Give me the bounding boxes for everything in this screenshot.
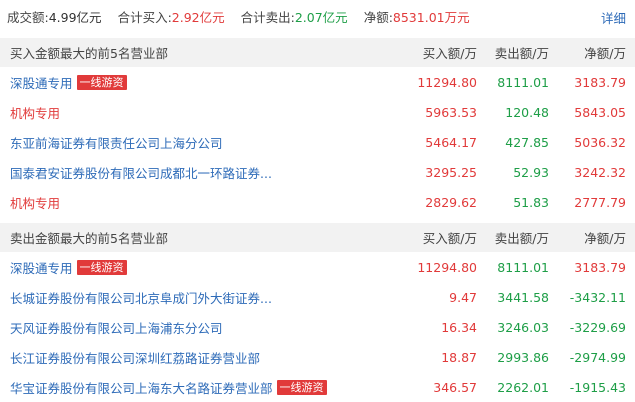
buy-amount: 11294.80 [417,259,477,275]
net-label: 净额: [363,9,393,25]
turnover-label: 成交额: [7,9,49,25]
detail-link[interactable]: 详细 [601,8,626,27]
hot-money-badge: 一线游资 [276,379,327,395]
branch-name-link[interactable]: 长城证券股份有限公司北京阜成门外大街证券... [10,288,272,307]
total-buy-label: 合计买入: [117,9,172,25]
sell-amount: 3246.03 [497,319,549,335]
sell-amount: 2262.01 [497,379,549,395]
col-sell-header: 卖出额/万 [494,231,549,246]
total-sell-value: 2.07亿元 [294,9,348,25]
sell-amount: 3441.58 [497,289,549,305]
sell-amount: 2993.86 [497,349,549,365]
table-row: 长江证券股份有限公司深圳红荔路证券营业部 18.87 2993.86 -2974… [0,342,635,372]
net-amount: -1915.43 [569,379,626,395]
col-buy-header: 买入额/万 [422,231,477,246]
total-sell-label: 合计卖出: [240,9,295,25]
table-header: 买入金额最大的前5名营业部 买入额/万 卖出额/万 净额/万 [0,38,635,67]
net-amount: -3432.11 [569,289,626,305]
buy-amount: 2829.62 [425,194,477,210]
sell-amount: 8111.01 [497,259,549,275]
buy-amount: 5464.17 [425,134,477,150]
hot-money-badge: 一线游资 [76,259,127,275]
branch-name-link[interactable]: 华宝证券股份有限公司上海东大名路证券营业部 [10,378,273,397]
net-amount: 3242.32 [574,164,626,180]
buy-amount: 11294.80 [417,74,477,90]
col-net-header: 净额/万 [584,231,626,246]
buy-amount: 3295.25 [425,164,477,180]
table-row: 长城证券股份有限公司北京阜成门外大街证券... 9.47 3441.58 -34… [0,282,635,312]
sell-amount: 120.48 [505,104,549,120]
net-amount: 3183.79 [574,259,626,275]
table-title: 买入金额最大的前5名营业部 [10,46,168,61]
net-amount: 5843.05 [574,104,626,120]
sell-amount: 51.83 [513,194,549,210]
institution-label: 机构专用 [10,105,61,121]
net-value: 8531.01万元 [392,9,470,25]
sell-amount: 52.93 [513,164,549,180]
col-net-header: 净额/万 [584,46,626,61]
top-sellers-table: 卖出金额最大的前5名营业部 买入额/万 卖出额/万 净额/万 深股通专用 一线游… [0,223,635,402]
table-row: 华宝证券股份有限公司上海东大名路证券营业部 一线游资 346.57 2262.0… [0,372,635,402]
buy-amount: 346.57 [433,379,477,395]
net-amount: 3183.79 [574,74,626,90]
table-header: 卖出金额最大的前5名营业部 买入额/万 卖出额/万 净额/万 [0,223,635,252]
top-buyers-table: 买入金额最大的前5名营业部 买入额/万 卖出额/万 净额/万 深股通专用 一线游… [0,38,635,217]
hot-money-badge: 一线游资 [76,74,127,90]
branch-name-link[interactable]: 深股通专用 [10,258,73,277]
buy-amount: 5963.53 [425,104,477,120]
table-row: 深股通专用 一线游资 11294.80 8111.01 3183.79 [0,67,635,97]
branch-name-link[interactable]: 深股通专用 [10,73,73,92]
branch-name-link[interactable]: 东亚前海证券有限责任公司上海分公司 [10,133,223,152]
table-row: 机构专用 2829.62 51.83 2777.79 [0,187,635,217]
buy-amount: 16.34 [441,319,477,335]
table-row: 国泰君安证券股份有限公司成都北一环路证券... 3295.25 52.93 32… [0,157,635,187]
col-sell-header: 卖出额/万 [494,46,549,61]
table-title: 卖出金额最大的前5名营业部 [10,231,168,246]
buy-amount: 18.87 [441,349,477,365]
institution-label: 机构专用 [10,195,61,211]
total-buy-value: 2.92亿元 [171,9,225,25]
col-buy-header: 买入额/万 [422,46,477,61]
net-amount: -3229.69 [569,319,626,335]
branch-name-link[interactable]: 国泰君安证券股份有限公司成都北一环路证券... [10,163,272,182]
sell-amount: 427.85 [505,134,549,150]
sell-amount: 8111.01 [497,74,549,90]
net-amount: 2777.79 [574,194,626,210]
net-amount: 5036.32 [574,134,626,150]
buy-amount: 9.47 [449,289,477,305]
branch-name-link[interactable]: 天风证券股份有限公司上海浦东分公司 [10,318,223,337]
net-amount: -2974.99 [569,349,626,365]
branch-name-link[interactable]: 长江证券股份有限公司深圳红荔路证券营业部 [10,348,260,367]
table-row: 机构专用 5963.53 120.48 5843.05 [0,97,635,127]
table-row: 东亚前海证券有限责任公司上海分公司 5464.17 427.85 5036.32 [0,127,635,157]
table-row: 天风证券股份有限公司上海浦东分公司 16.34 3246.03 -3229.69 [0,312,635,342]
table-row: 深股通专用 一线游资 11294.80 8111.01 3183.79 [0,252,635,282]
turnover-value: 4.99亿元 [48,9,102,25]
summary-bar: 成交额: 4.99亿元 合计买入: 2.92亿元 合计卖出: 2.07亿元 净额… [0,0,635,32]
